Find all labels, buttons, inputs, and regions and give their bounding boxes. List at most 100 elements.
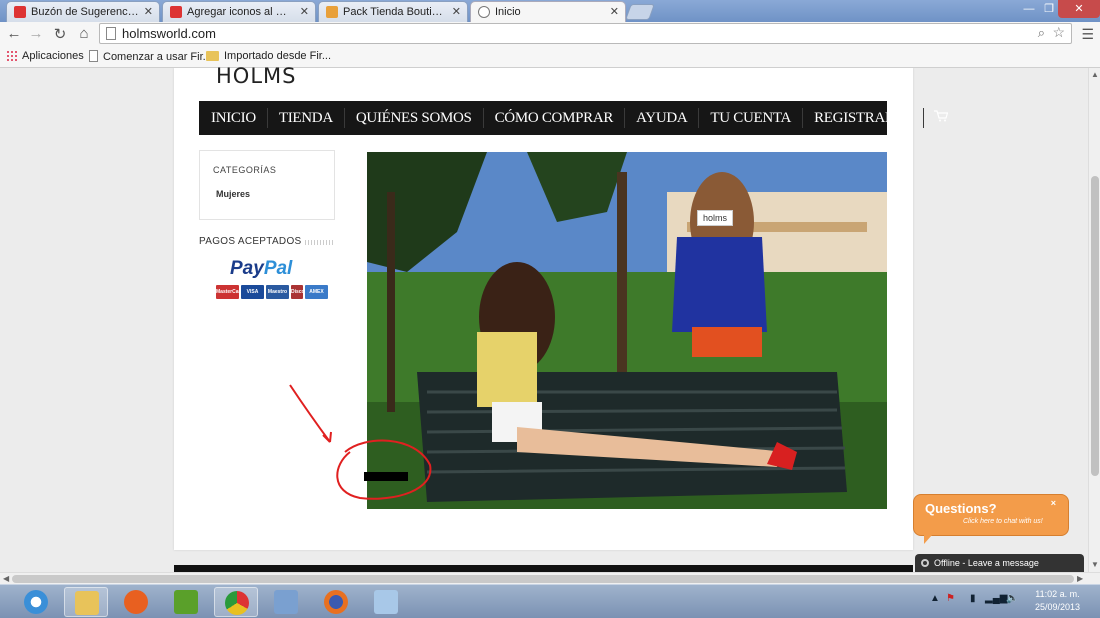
battery-icon[interactable]: ▮ xyxy=(970,593,976,604)
title-divider xyxy=(305,240,335,245)
horizontal-scrollbar[interactable]: ◀ ▶ xyxy=(0,572,1100,584)
horizontal-scroll-thumb[interactable] xyxy=(12,575,1074,583)
bookmark-label: Comenzar a usar Fir... xyxy=(103,51,212,63)
page-icon xyxy=(89,50,98,62)
site-favicon-icon xyxy=(14,6,26,18)
nav-tienda[interactable]: TIENDA xyxy=(268,108,345,128)
main-navigation: INICIO TIENDA QUIÉNES SOMOS CÓMO COMPRAR… xyxy=(199,101,948,135)
chat-status-bar[interactable]: Offline - Leave a message xyxy=(915,554,1084,572)
mastercard-icon: MasterCard xyxy=(216,285,239,299)
cart-icon[interactable] xyxy=(924,108,958,128)
webmatrix-taskbar-icon[interactable] xyxy=(164,587,208,617)
site-logo[interactable]: HOLMS xyxy=(216,64,296,88)
forward-arrow-icon[interactable]: → xyxy=(27,25,45,42)
reload-icon[interactable]: ↻ xyxy=(51,25,69,43)
app-gear-taskbar-icon[interactable] xyxy=(114,587,158,617)
scroll-down-arrow-icon[interactable]: ▼ xyxy=(1091,560,1099,569)
bookmark-label: Importado desde Fir... xyxy=(224,50,331,62)
close-tab-icon[interactable]: ✕ xyxy=(144,5,153,18)
nav-inicio[interactable]: INICIO xyxy=(199,108,268,128)
bookmark-apps[interactable]: Aplicaciones xyxy=(6,50,84,62)
discover-icon: Discover xyxy=(291,285,303,299)
bookmark-importado[interactable]: Importado desde Fir... xyxy=(206,50,331,62)
chrome-taskbar-icon[interactable] xyxy=(214,587,258,617)
back-arrow-icon[interactable]: ← xyxy=(5,25,23,42)
volume-icon[interactable]: 🔈 xyxy=(1006,593,1018,604)
close-tab-icon[interactable]: ✕ xyxy=(300,5,309,18)
bookmark-label: Aplicaciones xyxy=(22,50,84,62)
home-icon[interactable]: ⌂ xyxy=(75,25,93,42)
chat-subtitle: Click here to chat with us! xyxy=(963,518,1043,525)
windows-taskbar: ▲ ⚑ ▮ ▂▄▆ 🔈 11:02 a. m. 25/09/2013 xyxy=(0,584,1100,618)
search-icon[interactable]: ⌕ xyxy=(1038,25,1045,41)
nav-registrarse[interactable]: REGISTRARSE xyxy=(803,108,924,128)
browser-tab-strip: Buzón de Sugerencias - Fo ✕ Agregar icon… xyxy=(0,0,1100,22)
network-app-taskbar-icon[interactable] xyxy=(264,587,308,617)
maestro-icon: Maestro xyxy=(266,285,289,299)
nav-quienes-somos[interactable]: QUIÉNES SOMOS xyxy=(345,108,484,128)
chat-invite-bubble[interactable]: Questions? Click here to chat with us! × xyxy=(913,494,1069,544)
notes-app-taskbar-icon[interactable] xyxy=(364,587,408,617)
browser-tab-2[interactable]: Agregar iconos al menu d ✕ xyxy=(162,1,316,22)
page-footer-bar xyxy=(174,565,913,572)
hero-slideshow-image[interactable] xyxy=(367,152,887,509)
vertical-scroll-thumb[interactable] xyxy=(1091,176,1099,476)
system-clock[interactable]: 11:02 a. m. 25/09/2013 xyxy=(1035,588,1080,614)
ie-taskbar-icon[interactable] xyxy=(14,587,58,617)
explorer-taskbar-icon[interactable] xyxy=(64,587,108,617)
signal-icon[interactable]: ▂▄▆ xyxy=(985,593,1007,604)
visa-icon: VISA xyxy=(241,285,264,299)
browser-toolbar: ← → ↻ ⌂ ⌕ ☆ ☰ xyxy=(0,22,1100,46)
site-favicon-icon xyxy=(170,6,182,18)
close-tab-icon[interactable]: ✕ xyxy=(610,5,619,18)
close-window-icon[interactable]: ✕ xyxy=(1058,0,1100,18)
joomla-favicon-icon xyxy=(326,6,338,18)
clock-date: 25/09/2013 xyxy=(1034,602,1080,612)
categories-panel: CATEGORÍAS Mujeres xyxy=(199,150,335,220)
chat-question: Questions? xyxy=(925,501,997,516)
offline-status-icon xyxy=(921,559,929,567)
globe-icon xyxy=(478,6,490,18)
address-bar[interactable]: ⌕ ☆ xyxy=(99,23,1072,44)
bookmarks-bar: Aplicaciones Comenzar a usar Fir... Impo… xyxy=(0,46,1100,68)
scroll-up-arrow-icon[interactable]: ▲ xyxy=(1091,70,1099,79)
categories-title: CATEGORÍAS xyxy=(213,165,277,175)
scroll-right-arrow-icon[interactable]: ▶ xyxy=(1077,574,1083,583)
bookmark-comenzar[interactable]: Comenzar a usar Fir... xyxy=(89,50,212,63)
clock-time: 11:02 a. m. xyxy=(1035,589,1080,599)
new-tab-button[interactable] xyxy=(625,4,655,20)
bookmark-star-icon[interactable]: ☆ xyxy=(1052,24,1065,41)
nav-como-comprar[interactable]: CÓMO COMPRAR xyxy=(484,108,626,128)
tab-label: Agregar iconos al menu d xyxy=(187,6,295,18)
tab-label: Inicio xyxy=(495,6,521,18)
nav-ayuda[interactable]: AYUDA xyxy=(625,108,700,128)
apps-grid-icon xyxy=(6,50,17,61)
browser-tab-3[interactable]: Pack Tienda Boutique - Ac ✕ xyxy=(318,1,468,22)
amex-icon: AMEX xyxy=(305,285,328,299)
scroll-left-arrow-icon[interactable]: ◀ xyxy=(3,574,9,583)
chat-status-label: Offline - Leave a message xyxy=(934,558,1039,568)
url-input[interactable] xyxy=(122,25,1002,42)
nav-tu-cuenta[interactable]: TU CUENTA xyxy=(699,108,804,128)
page-icon xyxy=(106,27,116,40)
tab-label: Pack Tienda Boutique - Ac xyxy=(343,6,447,18)
close-tab-icon[interactable]: ✕ xyxy=(452,5,461,18)
red-annotation-circle xyxy=(289,384,432,500)
action-center-icon[interactable]: ⚑ xyxy=(946,593,955,604)
tray-expand-icon[interactable]: ▲ xyxy=(930,593,940,604)
close-chat-icon[interactable]: × xyxy=(1051,498,1056,508)
vertical-scrollbar[interactable]: ▲ ▼ xyxy=(1088,68,1100,572)
browser-tab-active[interactable]: Inicio ✕ xyxy=(470,1,626,22)
paypal-logo: PayPal xyxy=(230,258,292,280)
accepted-cards: MasterCard VISA Maestro Discover AMEX xyxy=(216,285,328,299)
browser-tab-1[interactable]: Buzón de Sugerencias - Fo ✕ xyxy=(6,1,160,22)
image-hover-tag: holms xyxy=(697,210,734,226)
folder-icon xyxy=(206,51,219,61)
payments-title: PAGOS ACEPTADOS xyxy=(199,236,302,247)
paypal-logo-text-pay: Pay xyxy=(230,258,264,279)
firefox-taskbar-icon[interactable] xyxy=(314,587,358,617)
paypal-logo-text-pal: Pal xyxy=(263,258,293,279)
category-link-mujeres[interactable]: Mujeres xyxy=(216,189,250,199)
tab-label: Buzón de Sugerencias - Fo xyxy=(31,6,139,18)
browser-menu-icon[interactable]: ☰ xyxy=(1081,26,1094,43)
